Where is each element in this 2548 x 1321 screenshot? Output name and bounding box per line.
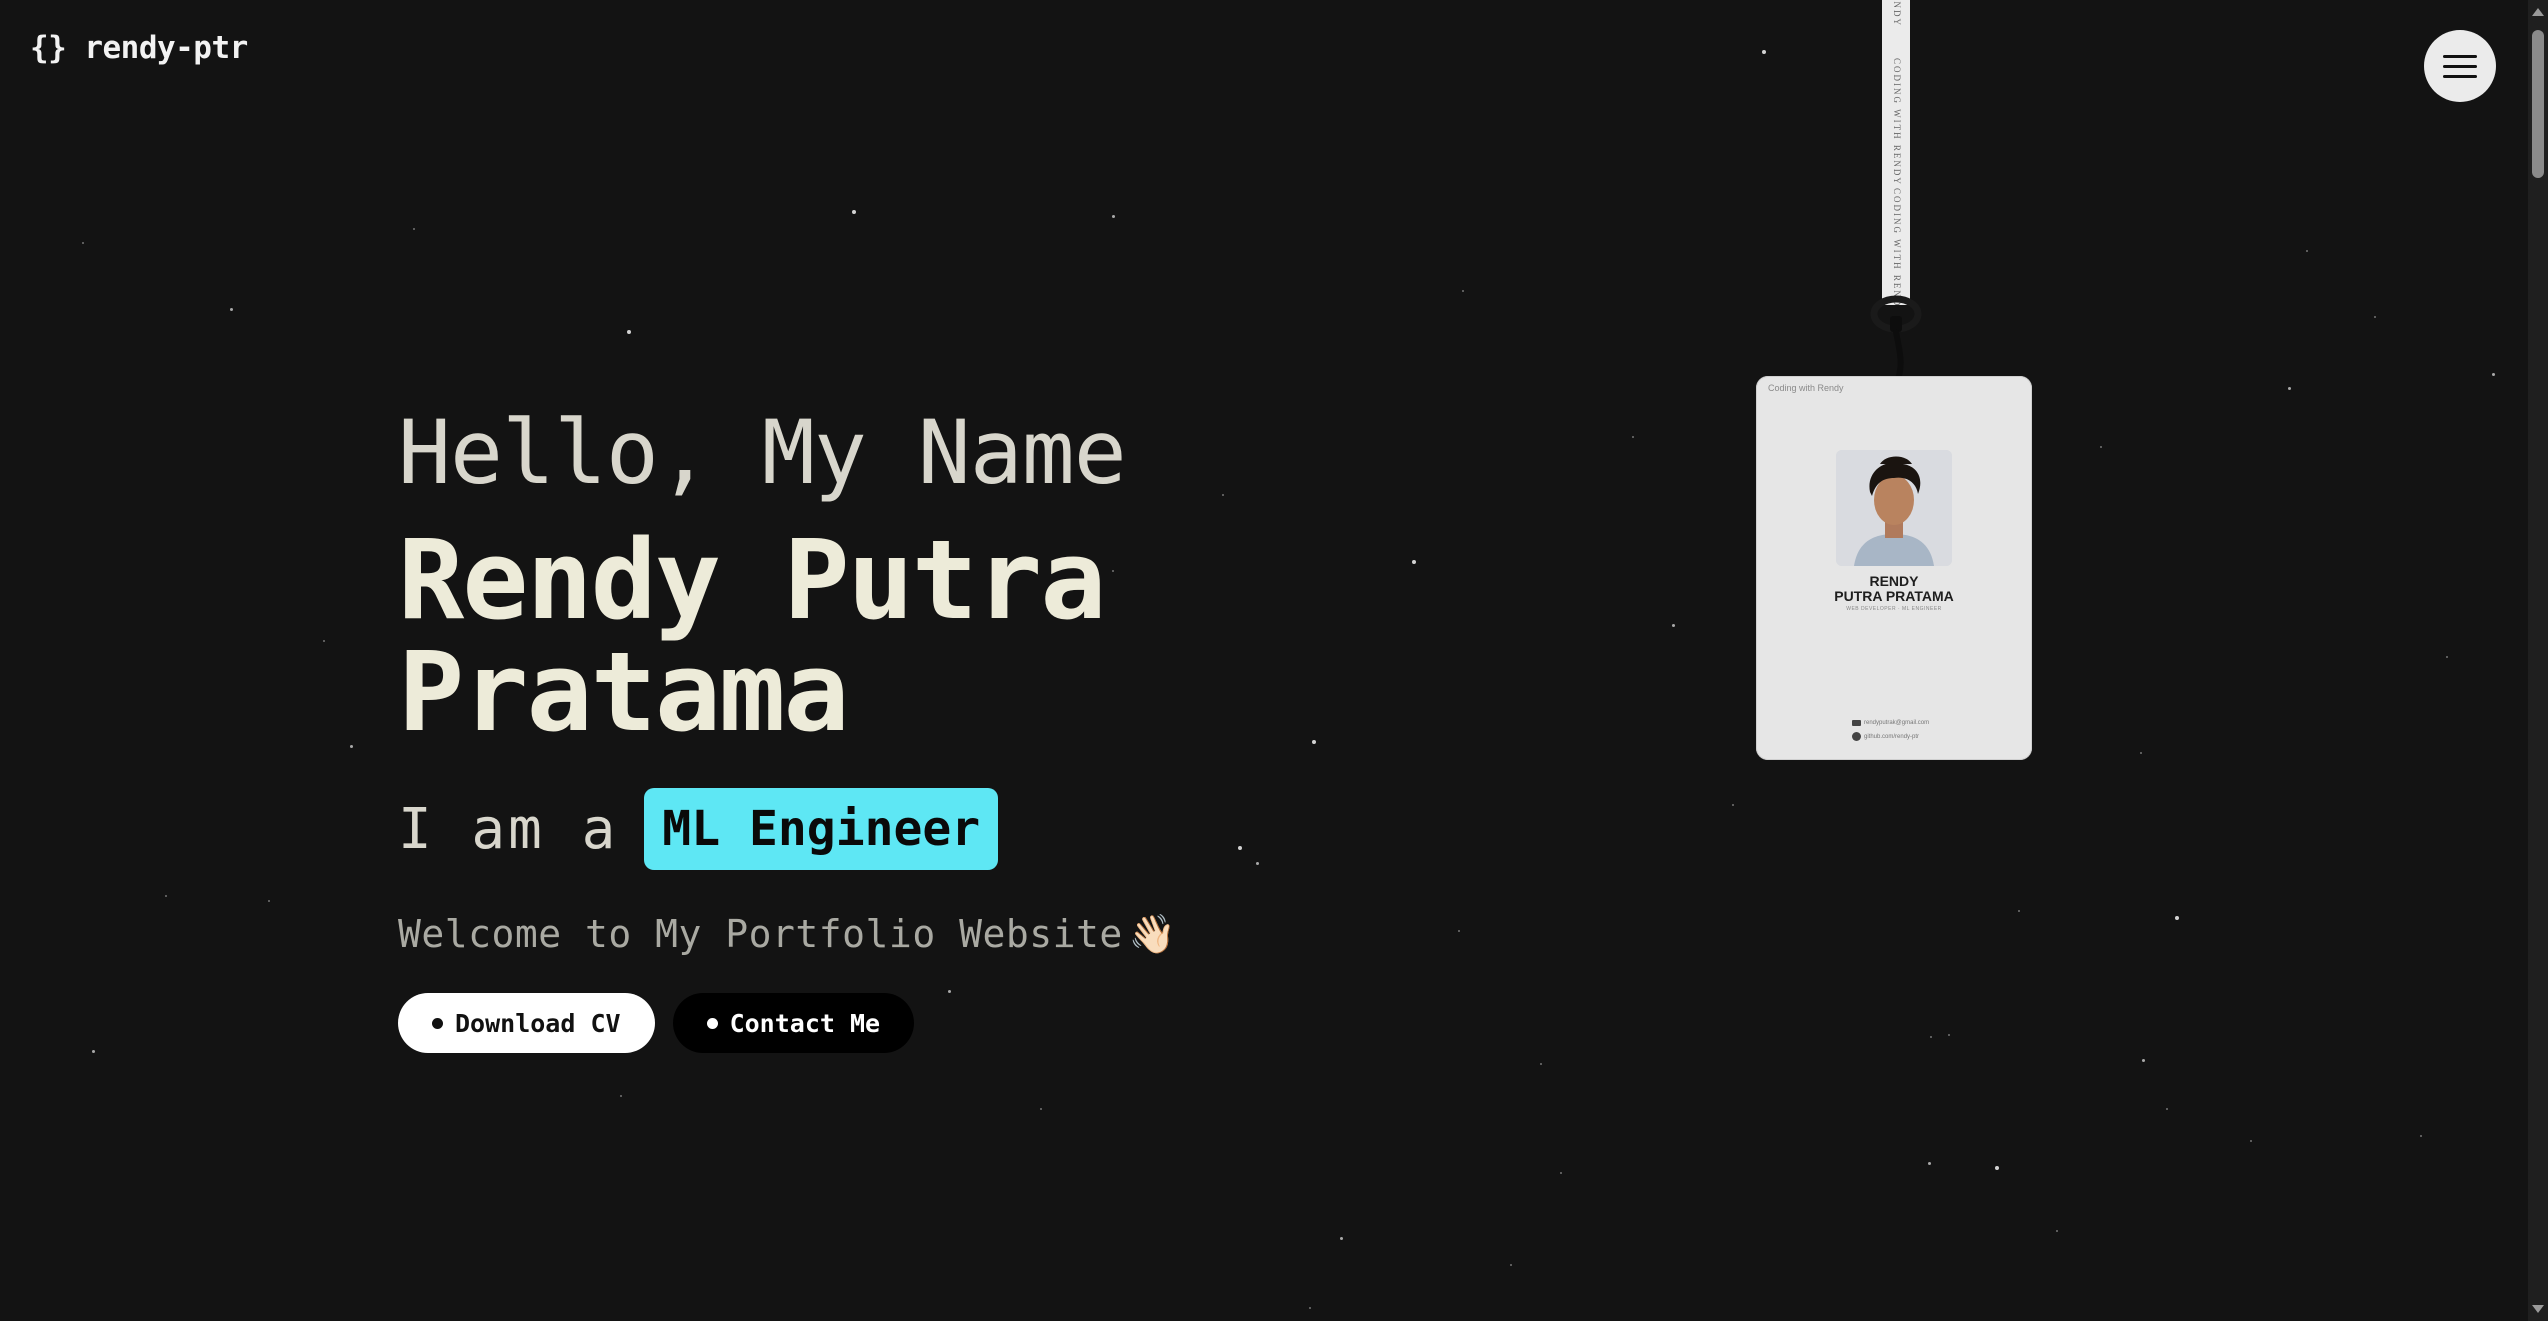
star-dot	[2250, 1140, 2252, 1142]
hamburger-icon	[2443, 54, 2477, 58]
card-name-first: RENDY	[1869, 573, 1919, 589]
strap-text: ENDY	[1892, 0, 1902, 27]
card-github-text: github.com/rendy-ptr	[1864, 733, 1920, 740]
star-dot	[1930, 1036, 1932, 1038]
star-dot	[2420, 1135, 2422, 1137]
download-cv-label: Download CV	[455, 1008, 621, 1038]
star-dot	[1732, 804, 1734, 806]
star-dot	[1112, 215, 1115, 218]
role-prefix: I am a	[398, 796, 619, 862]
card-name-last: PUTRA PRATAMA	[1834, 588, 1954, 604]
star-dot	[230, 308, 233, 311]
star-dot	[268, 900, 270, 902]
star-dot	[1462, 290, 1464, 292]
star-dot	[2166, 1108, 2168, 1110]
star-dot	[1632, 436, 1634, 438]
star-dot	[2142, 1059, 2145, 1062]
star-dot	[1948, 1034, 1950, 1036]
hero-actions: Download CV Contact Me	[398, 993, 1298, 1053]
waving-hand-icon: 👋🏻	[1128, 912, 1177, 956]
role-badge: ML Engineer	[644, 788, 999, 870]
star-dot	[1312, 740, 1316, 744]
lanyard-strap[interactable]: ENDY CODING WITH RENDY CODING WITH RENDY	[1882, 0, 1910, 305]
hamburger-icon-bar	[2443, 64, 2477, 68]
star-dot	[1928, 1162, 1931, 1165]
star-dot	[1412, 560, 1416, 564]
star-dot	[1995, 1166, 1999, 1170]
star-dot	[2446, 656, 2448, 658]
star-dot	[2018, 910, 2020, 912]
star-dot	[620, 1095, 622, 1097]
greeting-heading: Hello, My Name	[398, 401, 1127, 504]
bullet-dot-icon	[432, 1017, 443, 1029]
star-dot	[92, 1050, 95, 1053]
role-line: I am a ML Engineer	[398, 788, 1298, 870]
page-scrollbar[interactable]	[2528, 0, 2548, 1321]
star-dot	[627, 330, 631, 334]
star-dot	[413, 228, 415, 230]
hero-section: Hello, My Name Rendy Putra Pratama I am …	[398, 400, 1298, 1053]
star-dot	[1560, 1172, 1562, 1174]
mail-icon	[1852, 720, 1861, 726]
scroll-down-arrow-icon[interactable]	[2532, 1305, 2544, 1313]
logo-text: rendy-ptr	[84, 30, 248, 66]
scrollbar-thumb[interactable]	[2532, 30, 2544, 178]
card-email-text: rendyputrak@gmail.com	[1864, 720, 1930, 726]
star-dot	[1040, 1108, 1042, 1110]
star-dot	[1762, 50, 1766, 54]
card-email: rendyputrak@gmail.com	[1852, 720, 1929, 726]
star-dot	[852, 210, 856, 214]
star-dot	[2492, 373, 2495, 376]
card-github: github.com/rendy-ptr	[1852, 732, 1919, 741]
hamburger-icon-bar	[2443, 74, 2477, 78]
site-logo[interactable]: {} rendy-ptr	[30, 30, 248, 66]
star-dot	[1510, 1264, 1512, 1266]
star-dot	[2306, 250, 2308, 252]
star-dot	[82, 242, 84, 244]
star-dot	[323, 640, 325, 642]
portfolio-page: {} rendy-ptr Hello, My Name Rendy Putra …	[0, 0, 2548, 1321]
star-dot	[2175, 916, 2179, 920]
star-dot	[2374, 316, 2376, 318]
strap-text: CODING WITH RENDY	[1892, 58, 1902, 186]
name-heading: Rendy Putra Pratama	[398, 516, 1106, 756]
bullet-dot-icon	[706, 1017, 718, 1029]
star-dot	[2100, 446, 2102, 448]
strap-text: CODING WITH RENDY	[1892, 188, 1902, 305]
profile-photo	[1836, 450, 1952, 566]
menu-button[interactable]	[2424, 30, 2496, 102]
star-dot	[1672, 624, 1675, 627]
card-brand: Coding with Rendy	[1768, 383, 1844, 393]
star-dot	[1340, 1237, 1343, 1240]
github-icon	[1852, 732, 1861, 741]
scroll-up-arrow-icon[interactable]	[2532, 8, 2544, 16]
star-dot	[2288, 387, 2291, 390]
id-card[interactable]: Coding with Rendy RENDY PUTRA PRATAMA WE…	[1756, 376, 2032, 760]
star-dot	[350, 745, 353, 748]
contact-me-button[interactable]: Contact Me	[672, 993, 915, 1053]
star-dot	[2140, 752, 2142, 754]
card-subtitle: WEB DEVELOPER · ML ENGINEER	[1846, 606, 1942, 612]
star-dot	[1540, 1063, 1542, 1065]
star-dot	[2056, 1230, 2058, 1232]
star-dot	[1458, 930, 1460, 932]
star-dot	[1309, 1307, 1311, 1309]
code-braces-icon: {}	[30, 30, 67, 66]
welcome-text: Welcome to My Portfolio Website 👋🏻	[398, 912, 1298, 957]
star-dot	[165, 895, 167, 897]
download-cv-button[interactable]: Download CV	[398, 993, 655, 1053]
welcome-message: Welcome to My Portfolio Website	[398, 912, 1123, 956]
contact-me-label: Contact Me	[729, 1008, 881, 1038]
